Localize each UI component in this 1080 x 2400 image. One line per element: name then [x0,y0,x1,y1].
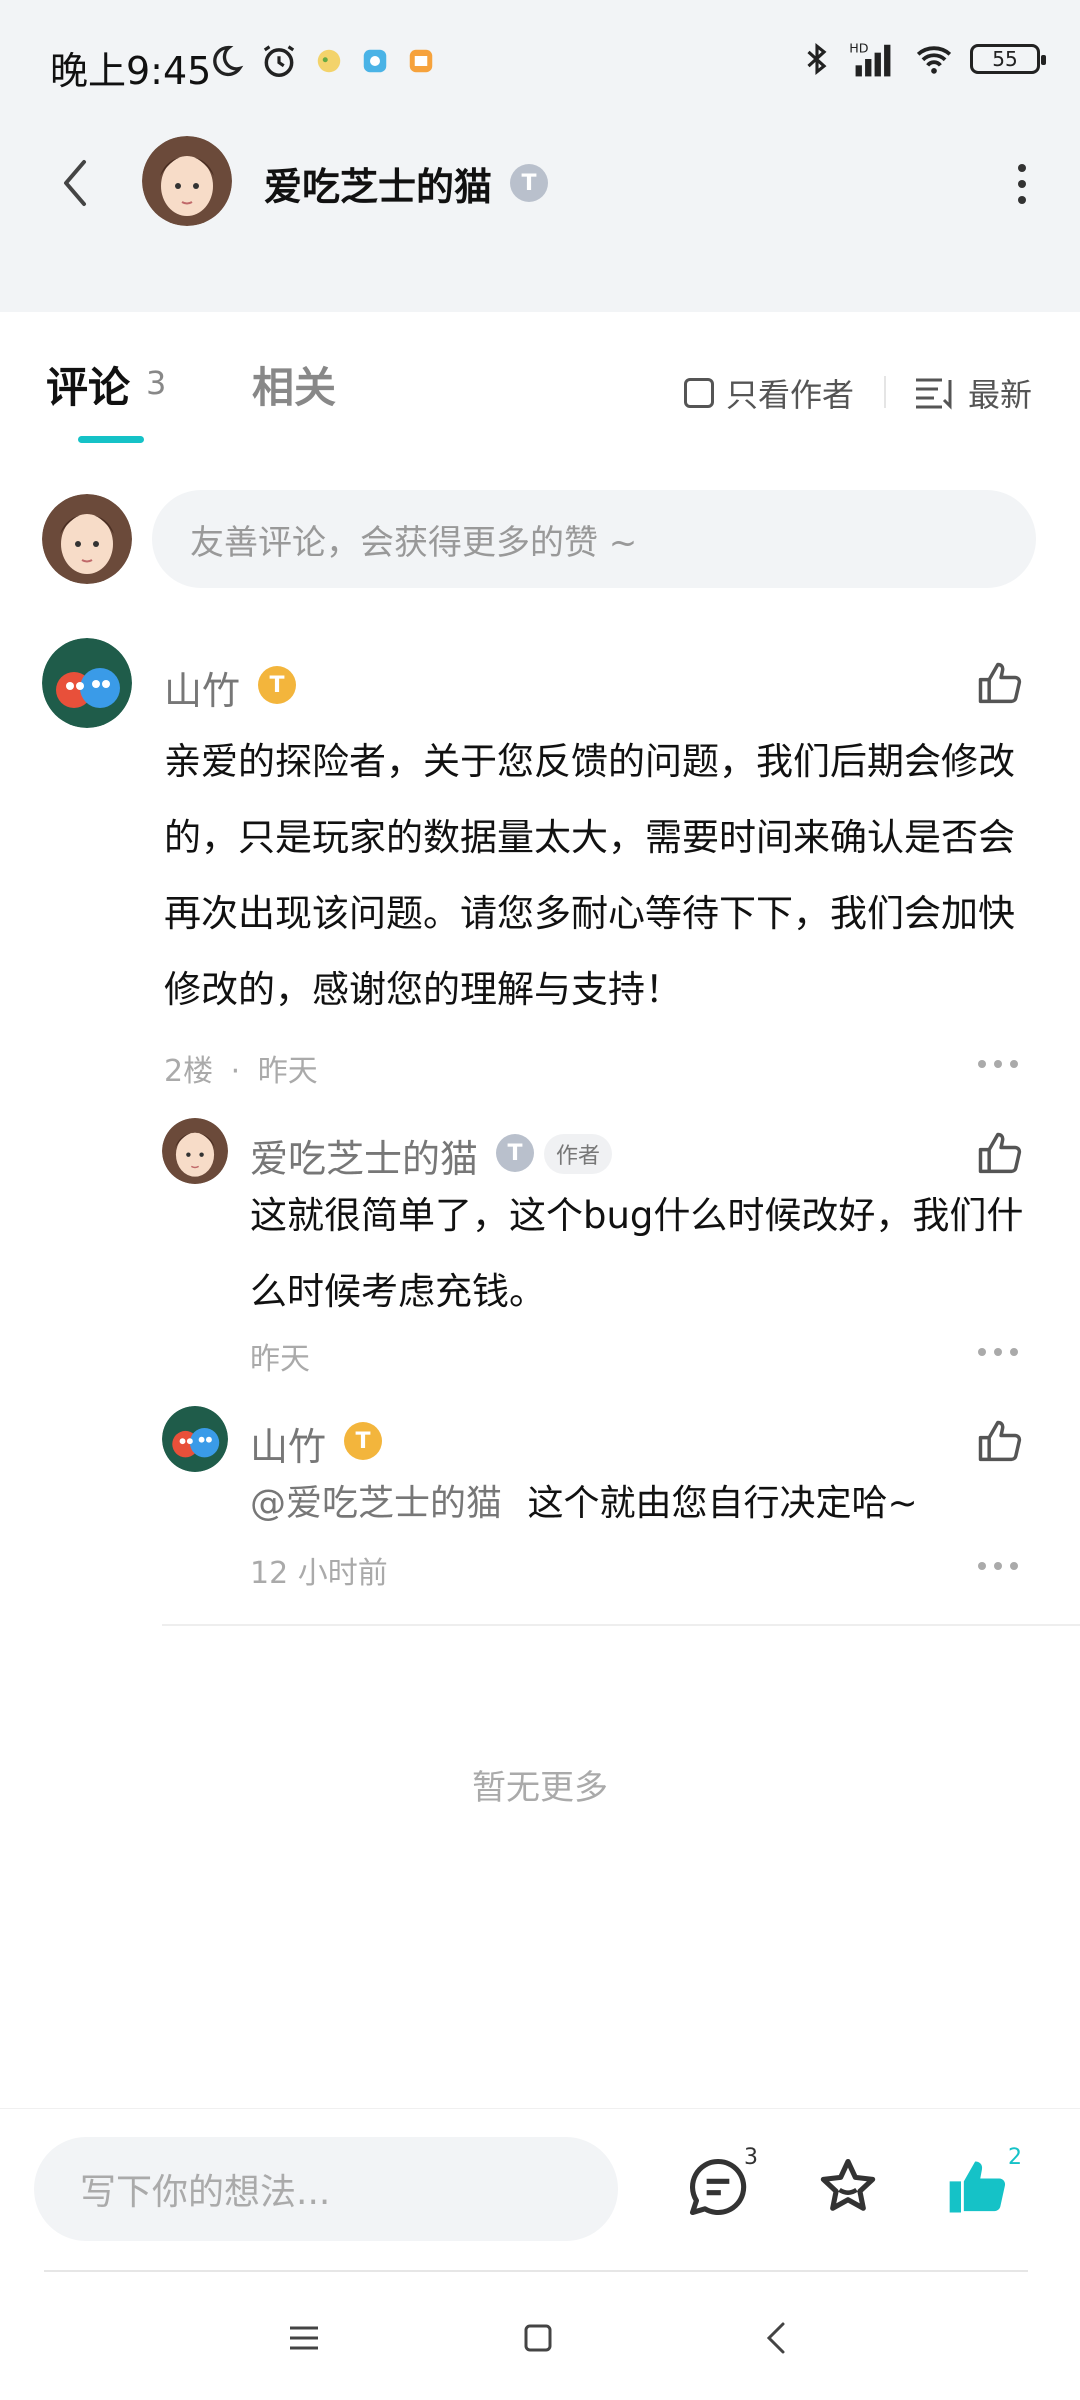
system-nav-bar [0,2278,1080,2400]
app-notification-icon [363,49,387,73]
reply-more-button[interactable] [978,1556,1018,1576]
post-header: 爱吃芝士的猫 T [0,128,1080,238]
divider [162,1624,1080,1626]
menu-icon [290,2326,318,2350]
divider [44,2270,1028,2272]
star-icon[interactable] [814,2153,882,2221]
app-notification-icon [317,49,341,73]
bottom-action-bar: 写下你的想法... 3 2 [0,2108,1080,2278]
author-tag: 作者 [544,1134,613,1174]
sort-label: 最新 [968,376,1033,414]
commenter-avatar[interactable] [42,638,132,728]
comment-icon[interactable] [684,2153,752,2221]
sort-button[interactable]: 最新 [914,370,1032,416]
commenter-name[interactable]: 山竹 [164,660,240,715]
level-badge: T [258,666,296,704]
tab-comments[interactable]: 评论 [46,354,130,415]
replier-avatar[interactable] [162,1118,228,1184]
tab-divider [884,376,886,408]
comment-input-row: 友善评论，会获得更多的赞 ~ [0,490,1080,590]
sort-icon [916,378,952,410]
reply-more-button[interactable] [978,1342,1018,1362]
checkbox-icon [684,378,714,408]
mi-app-icon [409,49,433,73]
battery-level: 55 [992,47,1018,71]
nav-menu-button[interactable] [280,2314,328,2362]
level-badge: T [344,1422,382,1460]
back-button[interactable] [52,154,98,212]
like-count: 2 [1008,2145,1022,2170]
mention-link[interactable]: @爱吃芝士的猫 [250,1483,502,1524]
like-icon[interactable] [974,1128,1026,1180]
status-time: 晚上9:45 [50,49,212,93]
comment-input[interactable]: 友善评论，会获得更多的赞 ~ [152,490,1036,588]
back-triangle-icon [766,2322,785,2354]
like-icon[interactable] [974,658,1026,710]
back-arrow-icon [64,160,86,206]
comment-time: 昨天 [257,1054,318,1089]
comment-floor: 2楼 [164,1054,214,1089]
user-avatar [42,494,132,584]
reply-time: 昨天 [250,1342,310,1377]
top-area: 晚上9:45 HD 55 爱吃芝士的猫 T [0,0,1080,312]
comment-more-button[interactable] [978,1054,1018,1074]
active-tab-indicator [78,436,144,443]
like-filled-icon[interactable] [944,2153,1012,2221]
replier-name[interactable]: 爱吃芝士的猫 [250,1128,478,1183]
reply-text: 这就很简单了，这个bug什么时候改好，我们什么时候考虑充钱。 [250,1194,1024,1313]
only-author-label: 只看作者 [726,376,855,414]
svg-text:HD: HD [849,41,868,56]
meta-separator: · [230,1054,241,1089]
status-icons-left [208,42,436,80]
comment-tabs: 评论 3 相关 只看作者 最新 [0,352,1080,432]
alarm-icon [263,45,295,77]
moon-icon [213,45,244,77]
level-badge: T [496,1134,534,1172]
tab-comments-count: 3 [146,364,167,402]
battery-indicator: 55 [970,44,1046,74]
tab-related[interactable]: 相关 [252,354,336,415]
comment-count: 3 [744,2145,758,2170]
wifi-icon [916,46,952,74]
like-icon[interactable] [974,1416,1026,1468]
reply-text-row: @爱吃芝士的猫 这个就由您自行决定哈~ [250,1466,1040,1542]
no-more-text: 暂无更多 [472,1768,608,1808]
more-options-button[interactable] [1004,156,1040,212]
nav-back-button[interactable] [752,2314,800,2362]
level-badge: T [510,164,548,202]
write-comment-input[interactable]: 写下你的想法... [34,2137,618,2241]
signal-icon: HD [849,41,891,77]
replier-avatar[interactable] [162,1406,228,1472]
nav-home-button[interactable] [514,2314,562,2362]
reply-text: 这个就由您自行决定哈~ [527,1483,918,1524]
only-author-toggle[interactable]: 只看作者 [684,370,854,416]
status-bar: 晚上9:45 HD 55 [0,0,1080,128]
home-square-icon [524,2324,552,2352]
comment-text: 亲爱的探险者，关于您反馈的问题，我们后期会修改的，只是玩家的数据量太大，需要时间… [164,740,1015,1011]
reply-time: 12 小时前 [250,1556,388,1591]
author-avatar[interactable] [142,136,232,226]
comment-meta: 2楼 · 昨天 [164,1046,318,1090]
status-icons-right: HD 55 [800,40,1046,78]
replier-name[interactable]: 山竹 [250,1416,326,1471]
author-name[interactable]: 爱吃芝士的猫 [264,156,492,211]
bluetooth-icon [807,43,827,75]
